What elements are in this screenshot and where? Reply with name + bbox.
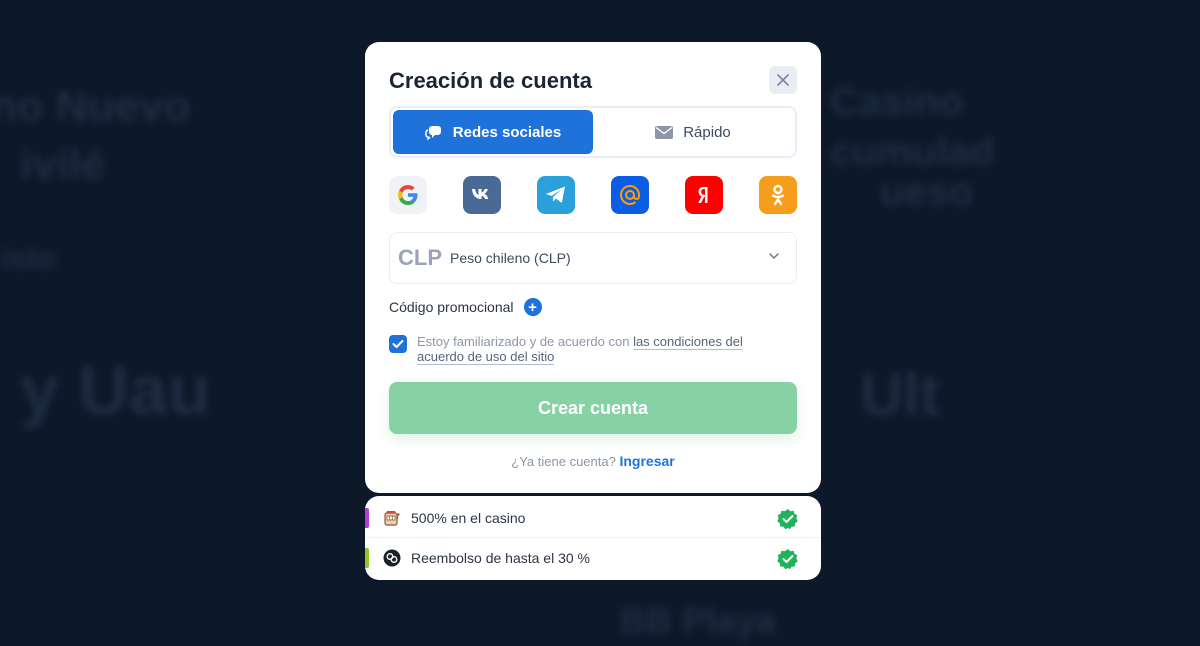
chevron-down-icon [769, 253, 779, 260]
google-icon [398, 185, 418, 205]
login-prompt-text: ¿Ya tiene cuenta? [511, 454, 616, 469]
bonus-text: Reembolso de hasta el 30 % [411, 550, 590, 566]
at-sign-icon [620, 184, 640, 205]
tab-social-networks[interactable]: Redes sociales [393, 110, 593, 154]
login-link[interactable]: Ingresar [619, 453, 674, 469]
odnoklassniki-icon [771, 184, 785, 206]
registration-modal: Creación de cuenta Redes sociales Rápido [365, 42, 821, 493]
bonus-accent-bar [365, 548, 369, 568]
login-prompt: ¿Ya tiene cuenta? Ingresar [365, 453, 821, 469]
modal-title: Creación de cuenta [389, 68, 592, 93]
google-login-button[interactable] [389, 176, 427, 214]
chat-bubble-icon [425, 126, 441, 140]
envelope-icon [655, 125, 674, 139]
vk-icon [472, 189, 489, 199]
terms-checkbox[interactable] [389, 335, 407, 353]
plus-icon: + [523, 298, 542, 316]
terms-text: Estoy familiarizado y de acuerdo con las… [417, 334, 789, 365]
cashback-coin-icon [383, 549, 401, 567]
bonus-accent-bar [365, 508, 369, 528]
checkmark-icon [392, 340, 404, 348]
slot-machine-icon [384, 511, 400, 526]
tab-label: Redes sociales [452, 123, 562, 141]
terms-agreement: Estoy familiarizado y de acuerdo con las… [389, 334, 789, 365]
create-account-button[interactable]: Crear cuenta [389, 382, 797, 434]
bonus-panel: 500% en el casino Reembolso de hasta el … [365, 496, 821, 580]
odnoklassniki-login-button[interactable] [759, 176, 797, 214]
bonus-text: 500% en el casino [411, 510, 526, 526]
currency-name: Peso chileno (CLP) [450, 250, 571, 266]
close-button[interactable] [769, 66, 797, 94]
verified-check-icon [777, 549, 798, 570]
tab-quick[interactable]: Rápido [593, 110, 793, 154]
yandex-icon [698, 187, 708, 203]
social-login-list [389, 176, 797, 216]
bonus-item-cashback: Reembolso de hasta el 30 % [365, 538, 821, 578]
currency-code: CLP [398, 245, 442, 270]
promo-code-label: Código promocional [389, 299, 514, 315]
terms-text-prefix: Estoy familiarizado y de acuerdo con [417, 334, 634, 349]
registration-tabs: Redes sociales Rápido [389, 106, 797, 158]
promo-code-toggle[interactable]: Código promocional + [389, 297, 542, 317]
telegram-icon [546, 186, 565, 203]
bonus-item-casino: 500% en el casino [365, 498, 821, 538]
currency-select[interactable]: CLP Peso chileno (CLP) [389, 232, 797, 284]
close-icon [777, 74, 789, 86]
telegram-login-button[interactable] [537, 176, 575, 214]
vk-login-button[interactable] [463, 176, 501, 214]
tab-label: Rápido [683, 123, 731, 141]
mailru-login-button[interactable] [611, 176, 649, 214]
verified-check-icon [777, 509, 798, 530]
yandex-login-button[interactable] [685, 176, 723, 214]
